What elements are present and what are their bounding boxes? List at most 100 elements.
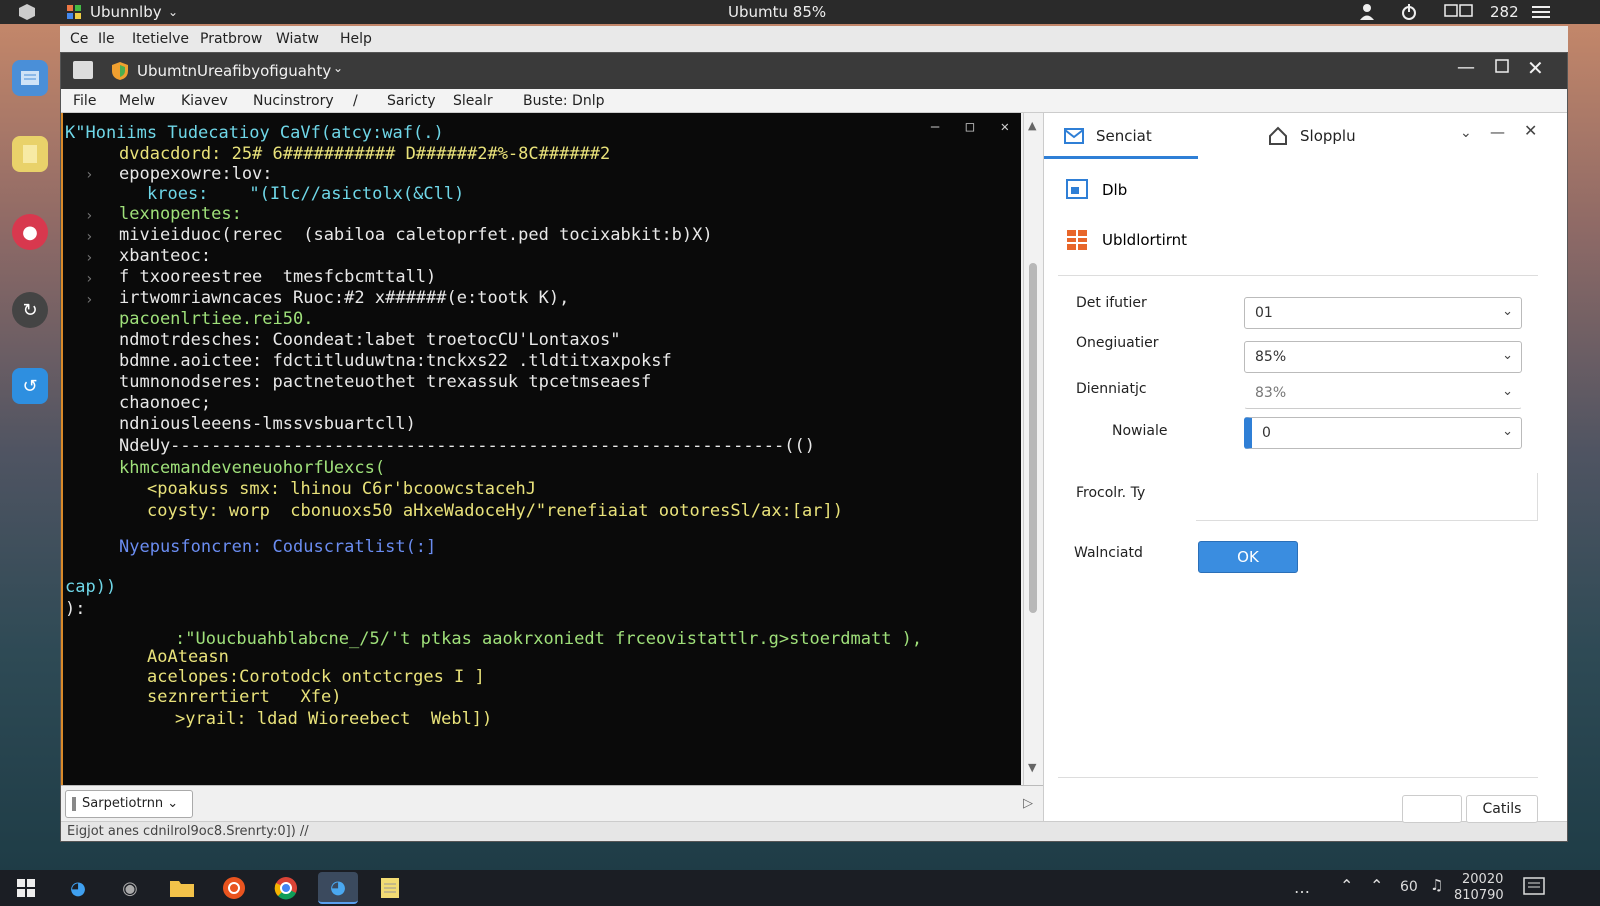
taskbar: ◕ ◉ ◕ … ⌃ ⌃ 60 ♫ 20020 810790 xyxy=(0,870,1600,906)
menu-item[interactable]: Nucinstrory xyxy=(253,93,334,109)
chevron-up-icon[interactable]: ⌃ xyxy=(1340,876,1353,895)
frecolr-field[interactable] xyxy=(1196,473,1538,521)
terminal-line: dvdacdord: 25# 6########### D######2#%-8… xyxy=(119,144,611,164)
chevron-right-icon[interactable]: › xyxy=(85,292,93,308)
tab-slopplu[interactable]: Slopplu xyxy=(1264,113,1404,159)
item-label: Ubldlortirnt xyxy=(1102,231,1188,249)
chevron-down-icon: ⌄ xyxy=(1502,304,1513,319)
outer-menu-item[interactable]: Wiatw xyxy=(276,31,319,47)
field-label: Dienniatjc xyxy=(1076,381,1147,397)
chevron-down-icon[interactable]: ⌄ xyxy=(168,5,178,19)
maximize-icon[interactable] xyxy=(1495,59,1509,77)
outer-menu-item[interactable]: Ce xyxy=(70,31,88,47)
select-label: Sarpetiotrnn xyxy=(82,796,164,811)
music-icon[interactable]: ● xyxy=(12,214,48,250)
wainciatd-label: Walnciatd xyxy=(1074,545,1143,561)
mail-icon xyxy=(1064,127,1084,149)
terminal-line: bdmne.aoictee: fdctitluduwtna:tnckxs22 .… xyxy=(119,351,672,371)
speaker-icon[interactable]: ♫ xyxy=(1430,876,1443,894)
menu-item[interactable]: Melw xyxy=(119,93,155,109)
chevron-right-icon[interactable]: › xyxy=(85,271,93,287)
menu-item[interactable]: Kiavev xyxy=(181,93,228,109)
notes-icon[interactable] xyxy=(12,136,48,172)
window-titlebar: UbumtnUreafibyofiguahty ⌄ — ✕ xyxy=(61,53,1567,89)
chevron-right-icon[interactable]: › xyxy=(85,167,93,183)
menu-item[interactable]: Slealr xyxy=(453,93,493,109)
menu-item-file[interactable]: File xyxy=(73,93,96,109)
dropdown-value: 83% xyxy=(1255,385,1287,401)
blank-button[interactable] xyxy=(1402,795,1462,823)
play-icon[interactable]: ▷ xyxy=(1023,796,1033,811)
menu-item[interactable]: Buste: Dnlp xyxy=(523,93,604,109)
close-icon[interactable]: ✕ xyxy=(1524,121,1537,140)
outer-menu-item[interactable]: Ile xyxy=(98,31,115,47)
chevron-down-icon[interactable]: ⌄ xyxy=(1460,125,1472,141)
terminal-pane[interactable]: — □ ✕ › › › › › › K"Honiims Tudecatioy C… xyxy=(61,113,1021,785)
start-icon[interactable] xyxy=(6,872,46,904)
folder-icon[interactable] xyxy=(162,872,202,904)
camera-icon[interactable]: ◉ xyxy=(110,872,150,904)
ubuntu-icon[interactable] xyxy=(214,872,254,904)
sync-icon[interactable]: ↻ xyxy=(12,292,48,328)
vertical-scrollbar[interactable]: ▲ ▼ xyxy=(1023,113,1043,785)
browser-active-icon[interactable]: ◕ xyxy=(318,872,358,904)
ok-label: OK xyxy=(1237,548,1259,566)
menu-icon[interactable] xyxy=(1530,3,1552,25)
ok-button[interactable]: OK xyxy=(1198,541,1298,573)
files-icon[interactable] xyxy=(12,60,48,96)
cancel-button[interactable]: Catils xyxy=(1466,795,1538,823)
display-icon[interactable] xyxy=(1444,3,1474,23)
terminal-line: ): xyxy=(65,599,86,619)
panel-item-dlb[interactable]: Dlb xyxy=(1066,177,1266,203)
notepad-icon[interactable] xyxy=(370,872,410,904)
terminal-line: f txooreestree tmesfcbcmttall) xyxy=(119,267,437,287)
terminal-line: K"Honiims Tudecatioy CaVf(atcy:waf(.) xyxy=(65,123,444,143)
scroll-down-icon[interactable]: ▼ xyxy=(1028,761,1036,774)
terminal-line: lexnopentes: xyxy=(119,204,242,224)
terminal-line: cap)) xyxy=(65,577,117,597)
field-dropdown-2[interactable]: 85% ⌄ xyxy=(1244,341,1522,373)
select-dropdown[interactable]: Sarpetiotrnn ⌄ xyxy=(65,790,193,818)
minimize-icon[interactable]: — xyxy=(1457,57,1475,78)
terminal-line: <poakuss smx: lhinou C6r'bcoowcstacehJ xyxy=(147,479,536,499)
chevron-right-icon[interactable]: › xyxy=(85,208,93,224)
power-icon[interactable] xyxy=(1400,3,1418,25)
menu-item[interactable]: / xyxy=(353,93,358,109)
chrome-icon[interactable] xyxy=(266,872,306,904)
chevron-down-icon: ⌄ xyxy=(1502,424,1513,439)
outer-menu-item[interactable]: Help xyxy=(340,31,372,47)
edge-icon[interactable]: ◕ xyxy=(58,872,98,904)
app-name[interactable]: Ubunnlby xyxy=(90,3,162,21)
clock-line-1[interactable]: 20020 xyxy=(1462,872,1503,887)
minimize-icon[interactable]: — xyxy=(1490,123,1505,141)
grid-icon xyxy=(1066,229,1088,255)
dropdown-value: 85% xyxy=(1255,349,1287,365)
maximize-icon[interactable]: □ xyxy=(966,119,974,135)
field-dropdown-1[interactable]: 01 ⌄ xyxy=(1244,297,1522,329)
person-icon[interactable] xyxy=(1358,3,1376,25)
network-icon[interactable]: ⌃ xyxy=(1370,876,1383,895)
apple-like-icon[interactable] xyxy=(18,3,36,25)
close-icon[interactable]: ✕ xyxy=(1527,56,1544,80)
minimize-icon[interactable]: — xyxy=(931,119,939,135)
chevron-right-icon[interactable]: › xyxy=(85,229,93,245)
terminal-line: ndniousleeens-lmssvsbuartcll) xyxy=(119,414,416,434)
clock-line-2[interactable]: 810790 xyxy=(1454,888,1504,903)
chevron-right-icon[interactable]: › xyxy=(85,250,93,266)
overflow-icon[interactable]: … xyxy=(1294,878,1310,897)
scroll-thumb[interactable] xyxy=(1029,263,1037,613)
menu-item[interactable]: Saricty xyxy=(387,93,436,109)
field-input-4[interactable]: 0 ⌄ xyxy=(1244,417,1522,449)
outer-menu-item[interactable]: Itetielve xyxy=(132,31,189,47)
scroll-up-icon[interactable]: ▲ xyxy=(1028,119,1036,132)
close-icon[interactable]: ✕ xyxy=(1001,119,1009,135)
field-dropdown-3[interactable]: 83% ⌄ xyxy=(1244,377,1522,409)
field-label: Nowiale xyxy=(1112,423,1168,439)
window-menu-icon[interactable] xyxy=(73,61,93,79)
panel-item-ubldlortirnt[interactable]: Ubldlortirnt xyxy=(1066,227,1266,253)
notification-icon[interactable] xyxy=(1522,876,1546,902)
browser-icon[interactable]: ↺ xyxy=(12,368,48,404)
outer-menu-item[interactable]: Pratbrow xyxy=(200,31,262,47)
chevron-down-icon[interactable]: ⌄ xyxy=(333,61,343,75)
tab-senciat[interactable]: Senciat xyxy=(1044,113,1198,159)
